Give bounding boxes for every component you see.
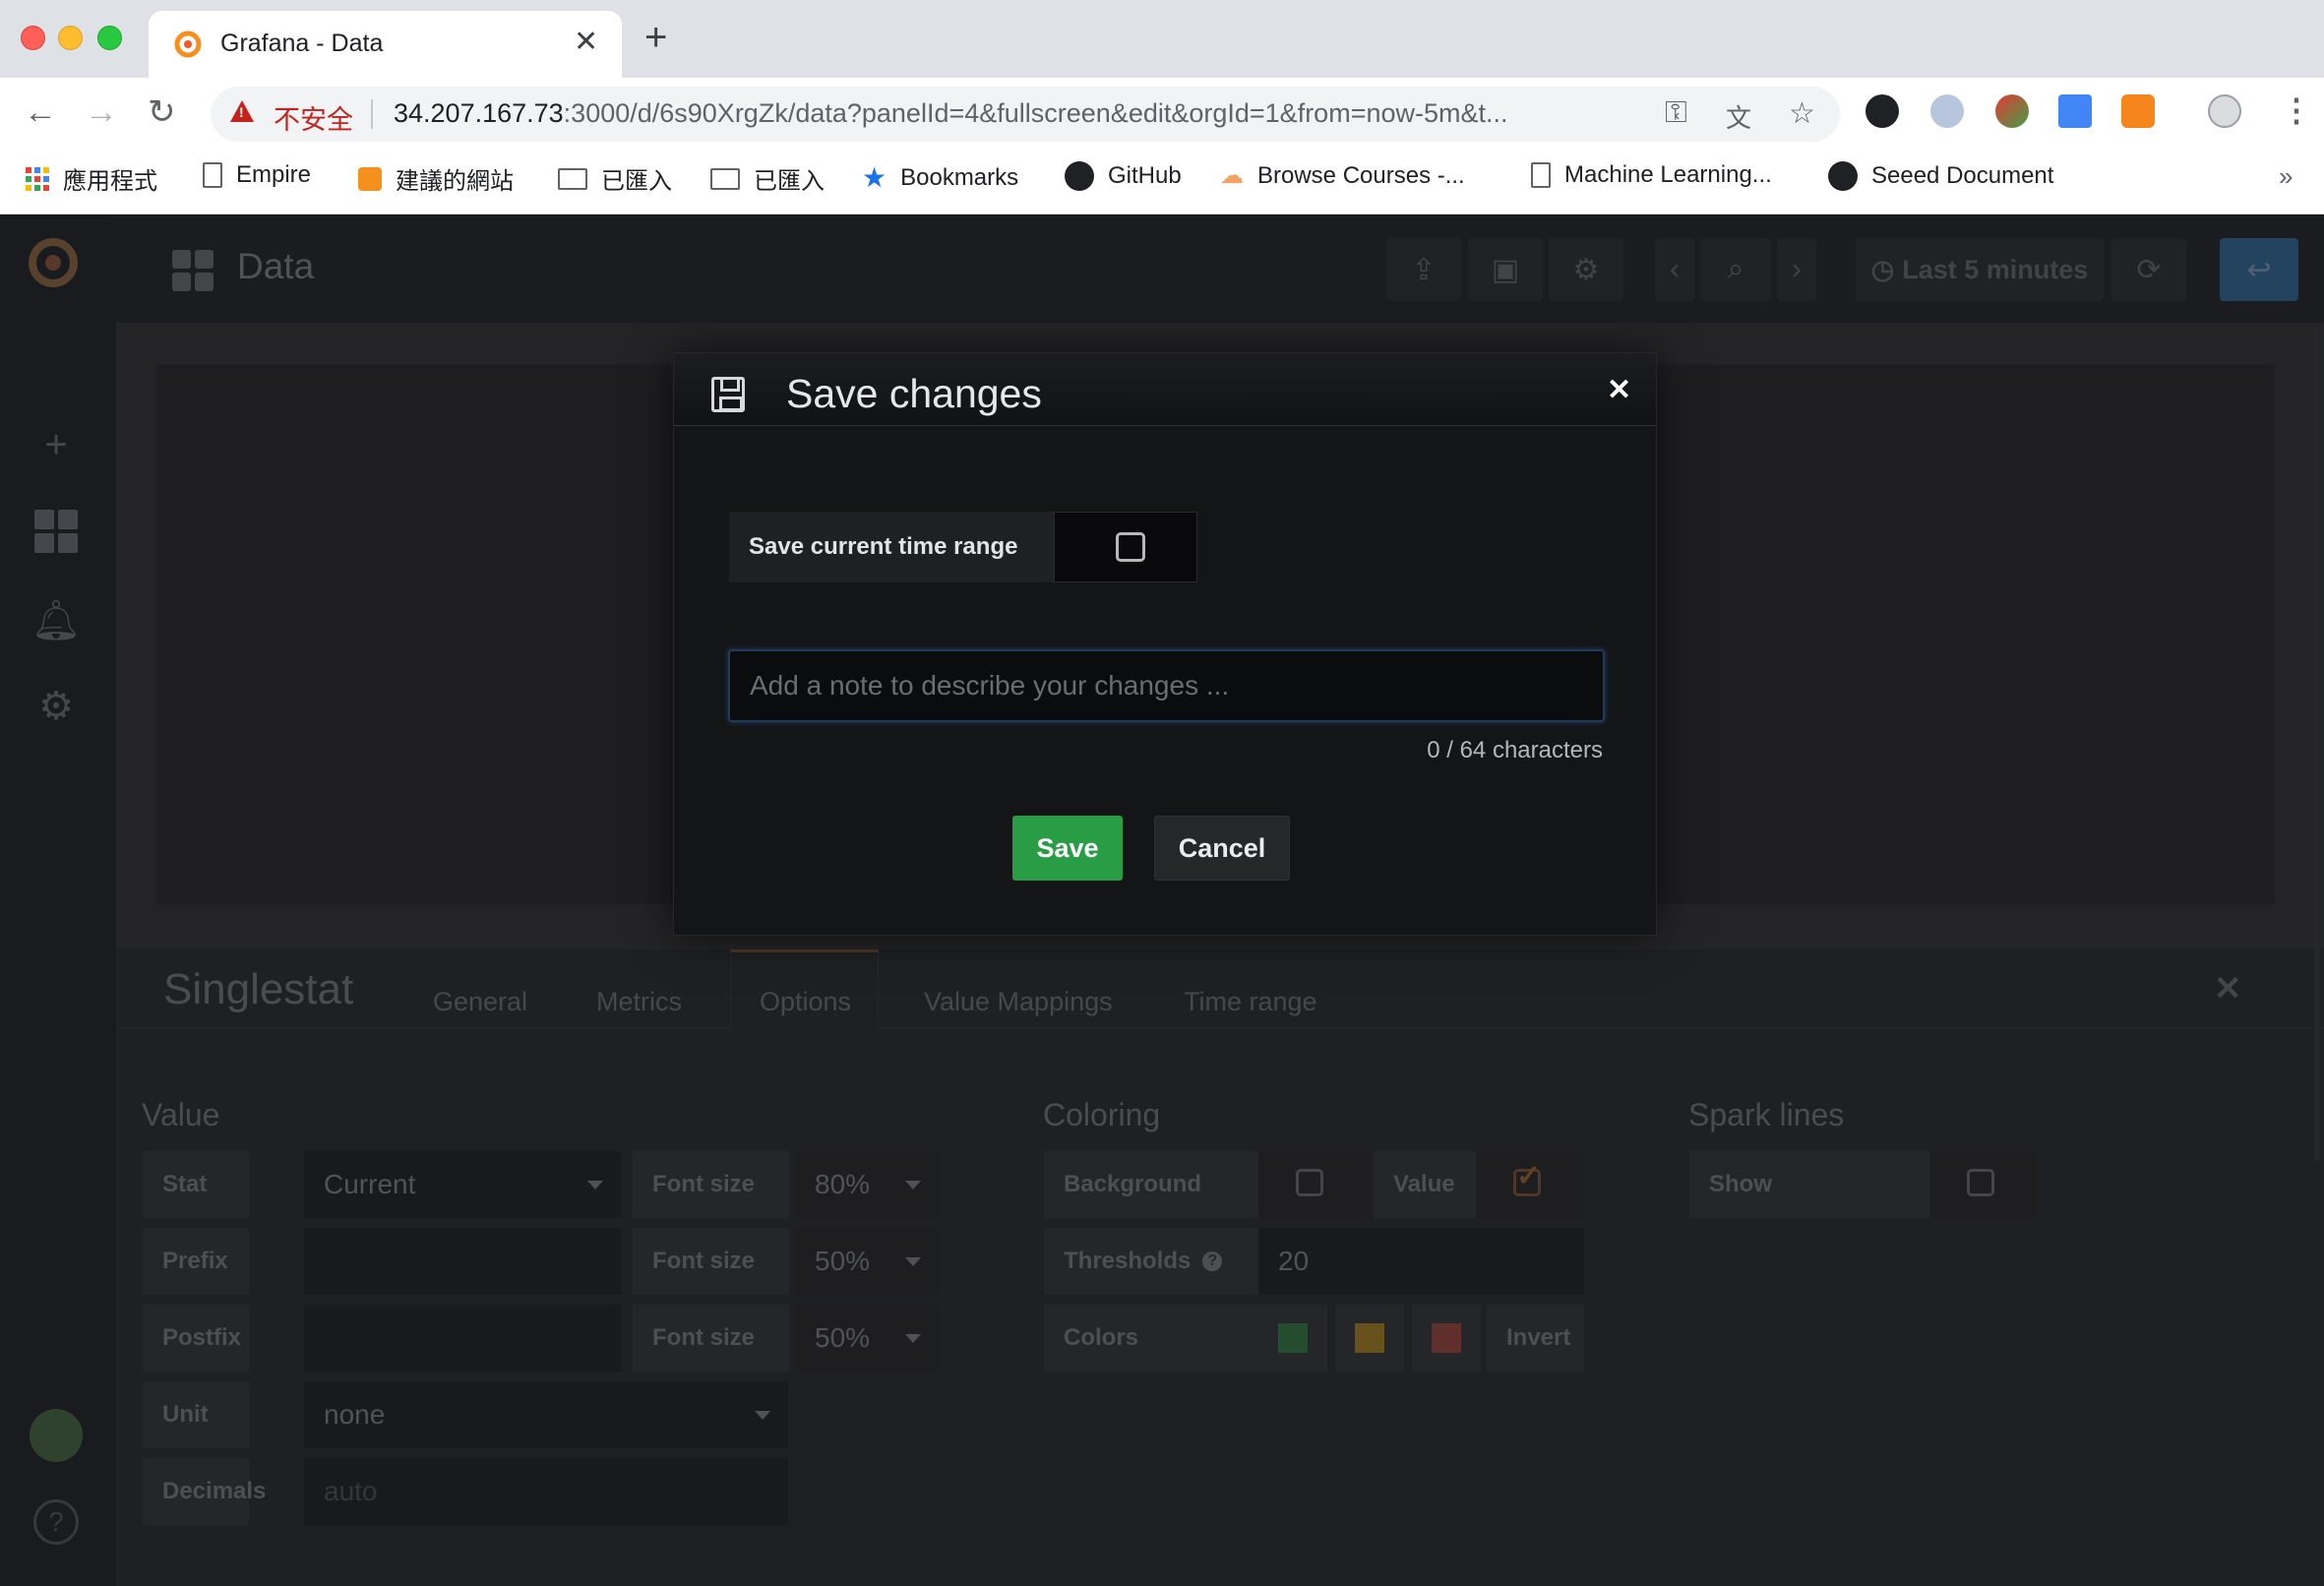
bookmark-machine-learning[interactable]: Machine Learning...: [1531, 161, 1772, 189]
bookmark-label: Empire: [236, 161, 312, 188]
address-bar[interactable]: 不安全 34.207.167.73:3000/d/6s90XrgZk/data?…: [211, 87, 1840, 142]
save-icon: [711, 377, 745, 412]
character-counter: 0 / 64 characters: [1427, 737, 1603, 763]
minimize-window-button[interactable]: [58, 26, 83, 50]
close-window-button[interactable]: [21, 26, 45, 50]
grafana-favicon-icon: [174, 30, 202, 58]
bookmark-github[interactable]: GitHub: [1065, 161, 1182, 191]
folder-icon: [558, 167, 587, 190]
extension-icon[interactable]: [1865, 94, 1899, 128]
github-icon: [1065, 161, 1094, 191]
browser-menu-icon[interactable]: ⋮: [2281, 92, 2312, 129]
bookmark-label: 建議的網站: [396, 168, 514, 195]
save-time-range-checkbox[interactable]: [1116, 532, 1145, 562]
close-icon[interactable]: ✕: [1607, 373, 1631, 407]
save-button[interactable]: Save: [1012, 816, 1123, 881]
modal-title: Save changes: [786, 371, 1042, 416]
bookmark-label: GitHub: [1108, 162, 1182, 189]
bookmark-folder-imported[interactable]: 已匯入: [710, 161, 825, 196]
bookmark-label: Browse Courses -...: [1257, 161, 1465, 189]
bookmark-label: 已匯入: [754, 168, 825, 195]
reload-icon[interactable]: ↻: [148, 95, 176, 129]
suggested-icon: [358, 166, 382, 191]
browser-tab[interactable]: Grafana - Data ✕: [149, 11, 622, 78]
maximize-window-button[interactable]: [97, 26, 122, 50]
bookmark-folder-imported[interactable]: 已匯入: [558, 161, 672, 196]
bookmark-label: Seeed Document: [1871, 162, 2054, 189]
insecure-label: 不安全: [274, 105, 353, 135]
back-arrow-icon[interactable]: ←: [24, 95, 57, 129]
url-host: 34.207.167.73: [394, 98, 564, 128]
bookmark-label: 應用程式: [63, 168, 157, 195]
browser-tab-bar: Grafana - Data ✕ +: [0, 0, 2324, 78]
bookmark-seeed-document[interactable]: Seeed Document: [1828, 161, 2053, 191]
key-icon[interactable]: ⚿: [1665, 96, 1687, 130]
extension-icon[interactable]: [1930, 94, 1964, 128]
change-note-input[interactable]: [728, 649, 1605, 722]
save-time-range-label: Save current time range: [729, 512, 1054, 582]
bookmark-label: Machine Learning...: [1564, 161, 1772, 188]
bookmark-star-icon[interactable]: ☆: [1789, 96, 1815, 131]
github-icon: [1828, 161, 1858, 191]
cloud-icon: ☁: [1220, 162, 1244, 189]
bookmark-label: 已匯入: [601, 168, 672, 195]
url-text[interactable]: 34.207.167.73:3000/d/6s90XrgZk/data?pane…: [394, 98, 1508, 129]
folder-icon: [710, 167, 740, 190]
bookmarks-more-button[interactable]: »: [2279, 161, 2293, 192]
modal-header: Save changes ✕: [674, 353, 1656, 426]
bookmark-bookmarks[interactable]: ★ Bookmarks: [862, 161, 1018, 194]
bookmarks-bar: 應用程式 Empire 建議的網站 已匯入 已匯入 ★ Bookmarks Gi…: [0, 150, 2324, 214]
document-icon: [203, 162, 222, 188]
cancel-button[interactable]: Cancel: [1154, 816, 1290, 881]
profile-avatar[interactable]: [2208, 94, 2241, 128]
bookmark-browse-courses[interactable]: ☁ Browse Courses -...: [1220, 161, 1465, 190]
tab-title: Grafana - Data: [220, 30, 384, 57]
google-translate-icon[interactable]: [2058, 94, 2092, 128]
bookmark-label: Bookmarks: [900, 163, 1019, 191]
save-time-range-checkbox-field[interactable]: [1054, 512, 1197, 582]
bookmark-suggested-sites[interactable]: 建議的網站: [358, 161, 514, 196]
url-path: :3000/d/6s90XrgZk/data?panelId=4&fullscr…: [563, 98, 1508, 128]
star-icon: ★: [862, 162, 887, 193]
new-tab-button[interactable]: +: [644, 18, 667, 57]
omnibox-separator: [371, 99, 373, 129]
save-changes-modal: Save changes ✕ Save current time range 0…: [673, 352, 1657, 936]
tab-close-icon[interactable]: ✕: [574, 25, 598, 59]
document-icon: [1531, 162, 1551, 188]
forward-arrow-icon[interactable]: →: [85, 95, 118, 129]
warning-icon: [230, 100, 254, 122]
browser-toolbar: ← → ↻ 不安全 34.207.167.73:3000/d/6s90XrgZk…: [0, 78, 2324, 150]
bookmark-empire[interactable]: Empire: [203, 161, 311, 189]
metamask-icon[interactable]: [2121, 94, 2155, 128]
bookmark-apps[interactable]: 應用程式: [26, 161, 157, 196]
apps-icon: [26, 166, 49, 191]
extension-icon[interactable]: [1995, 94, 2029, 128]
translate-icon[interactable]: 文: [1726, 98, 1751, 135]
